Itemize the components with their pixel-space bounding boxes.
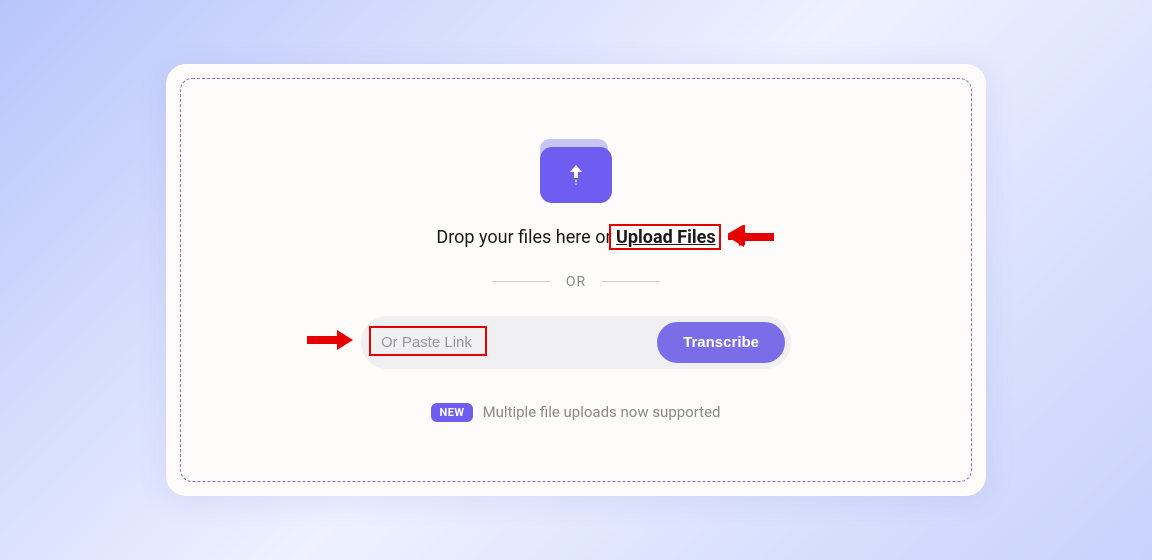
footer-message: Multiple file uploads now supported	[483, 403, 721, 421]
drop-prompt-text: Drop your files here or	[436, 227, 616, 248]
paste-link-input[interactable]	[367, 324, 657, 361]
upload-folder-icon	[540, 139, 612, 203]
annotation-arrow-input	[307, 328, 353, 352]
dropzone[interactable]: Drop your files here or Upload Files OR …	[180, 78, 972, 482]
or-divider: OR	[492, 274, 660, 290]
footer-row: NEW Multiple file uploads now supported	[431, 403, 720, 422]
or-label: OR	[566, 274, 586, 290]
upload-card: Drop your files here or Upload Files OR …	[166, 64, 986, 496]
new-badge: NEW	[431, 403, 472, 422]
divider-line-right	[602, 281, 660, 282]
arrow-up-icon	[566, 163, 586, 187]
link-input-row: Transcribe	[361, 316, 791, 369]
transcribe-button[interactable]: Transcribe	[657, 322, 785, 363]
drop-prompt: Drop your files here or Upload Files	[436, 227, 715, 248]
annotation-arrow-upload	[728, 225, 774, 249]
upload-files-link[interactable]: Upload Files	[616, 227, 716, 248]
divider-line-left	[492, 281, 550, 282]
